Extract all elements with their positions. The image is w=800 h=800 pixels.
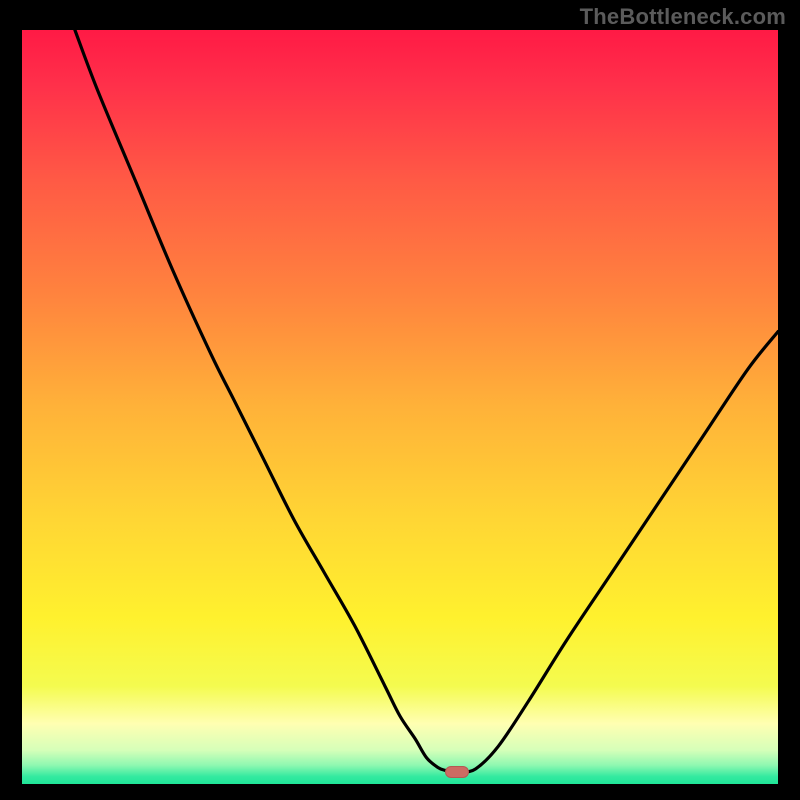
performance-curve: [22, 30, 778, 784]
watermark-text: TheBottleneck.com: [580, 4, 786, 30]
optimal-point-marker: [445, 766, 469, 778]
plot-area: [22, 30, 778, 784]
chart-frame: TheBottleneck.com: [0, 0, 800, 800]
